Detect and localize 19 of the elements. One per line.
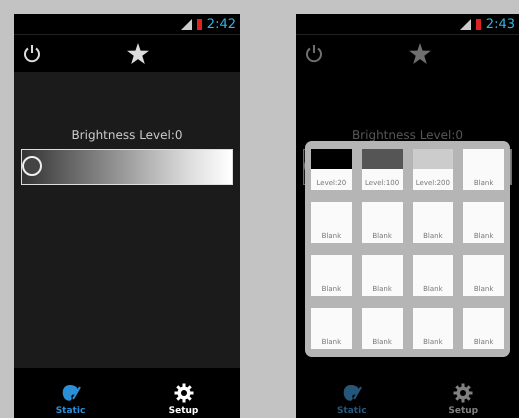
signal-icon <box>460 18 471 30</box>
battery-icon <box>476 18 481 30</box>
tab[interactable]: Static <box>296 368 408 418</box>
star-icon[interactable] <box>409 43 431 64</box>
tab[interactable]: Setup <box>408 368 519 418</box>
tab[interactable]: Setup <box>127 368 240 418</box>
status-time: 2:42 <box>206 16 236 32</box>
brightness-slider[interactable] <box>21 149 233 185</box>
palette-icon <box>60 383 80 403</box>
slider-thumb[interactable] <box>22 156 42 176</box>
tab[interactable]: Static <box>14 368 127 418</box>
status-time: 2:43 <box>486 16 515 32</box>
brightness-label: Brightness Level:0 <box>352 128 464 142</box>
signal-icon <box>180 18 192 30</box>
power-icon[interactable] <box>22 44 42 64</box>
palette-icon <box>342 383 362 403</box>
brightness-label: Brightness Level:0 <box>71 128 183 142</box>
star-icon[interactable] <box>127 43 149 64</box>
battery-icon <box>196 18 202 30</box>
